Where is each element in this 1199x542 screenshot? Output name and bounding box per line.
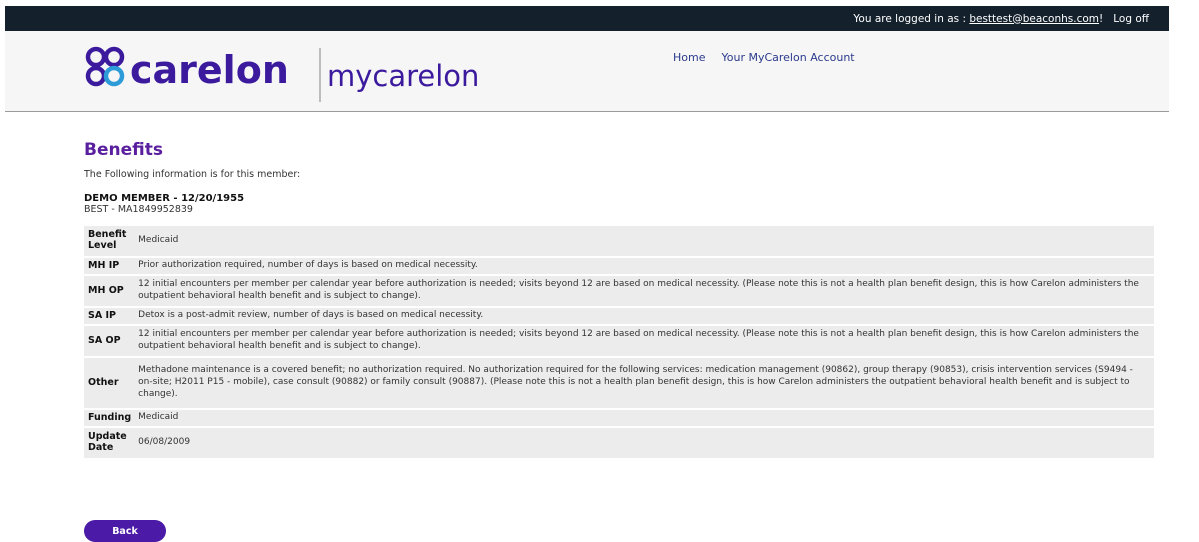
- login-suffix: !: [1099, 12, 1104, 25]
- logoff-link[interactable]: Log off: [1113, 13, 1149, 25]
- row-value: Prior authorization required, number of …: [135, 258, 1154, 274]
- row-label: MH OP: [84, 276, 136, 306]
- row-label: Other: [84, 358, 136, 408]
- row-label: Funding: [84, 410, 136, 426]
- nav-account-link[interactable]: Your MyCarelon Account: [721, 51, 854, 64]
- table-row: SA IP Detox is a post-admit review, numb…: [84, 308, 1154, 324]
- table-row: MH IP Prior authorization required, numb…: [84, 258, 1154, 274]
- table-row: MH OP 12 initial encounters per member p…: [84, 276, 1154, 306]
- row-value: 12 initial encounters per member per cal…: [135, 276, 1154, 306]
- table-row: Benefit Level Medicaid: [84, 226, 1154, 256]
- logo-product-text: mycarelon: [327, 59, 479, 93]
- row-label: Benefit Level: [84, 226, 136, 256]
- site-header: carelon mycarelon Home Your MyCarelon Ac…: [5, 31, 1169, 112]
- table-row: Funding Medicaid: [84, 410, 1154, 426]
- row-label: MH IP: [84, 258, 136, 274]
- benefits-table: Benefit Level Medicaid MH IP Prior autho…: [84, 224, 1154, 460]
- carelon-logo[interactable]: carelon mycarelon: [84, 46, 524, 104]
- row-label: Update Date: [84, 428, 136, 458]
- row-label: SA IP: [84, 308, 136, 324]
- row-value: 12 initial encounters per member per cal…: [135, 326, 1154, 356]
- login-prefix: You are logged in as :: [853, 12, 970, 25]
- member-id: BEST - MA1849952839: [84, 204, 193, 215]
- logo-graphic: carelon mycarelon: [85, 46, 479, 102]
- main-nav: Home Your MyCarelon Account: [673, 51, 855, 64]
- member-name: DEMO MEMBER - 12/20/1955: [84, 193, 245, 204]
- top-bar: You are logged in as : besttest@beaconhs…: [5, 6, 1169, 31]
- row-value: Detox is a post-admit review, number of …: [135, 308, 1154, 324]
- carelon-symbol-icon: [85, 46, 125, 87]
- table-row: Update Date 06/08/2009: [84, 428, 1154, 458]
- logo-brand-text: carelon: [130, 48, 289, 92]
- back-button[interactable]: Back: [84, 520, 166, 542]
- row-label: SA OP: [84, 326, 136, 356]
- login-status: You are logged in as : besttest@beaconhs…: [853, 13, 1103, 25]
- main-content: Benefits The Following information is fo…: [84, 140, 1164, 460]
- page-title: Benefits: [84, 140, 163, 160]
- intro-text: The Following information is for this me…: [84, 169, 301, 180]
- row-value: Medicaid: [135, 410, 1154, 426]
- row-value: Medicaid: [135, 226, 1154, 256]
- row-value: 06/08/2009: [135, 428, 1154, 458]
- login-email-link[interactable]: besttest@beaconhs.com: [969, 13, 1099, 25]
- nav-home-link[interactable]: Home: [673, 51, 705, 64]
- table-row: Other Methadone maintenance is a covered…: [84, 358, 1154, 408]
- table-row: SA OP 12 initial encounters per member p…: [84, 326, 1154, 356]
- row-value: Methadone maintenance is a covered benef…: [135, 358, 1154, 408]
